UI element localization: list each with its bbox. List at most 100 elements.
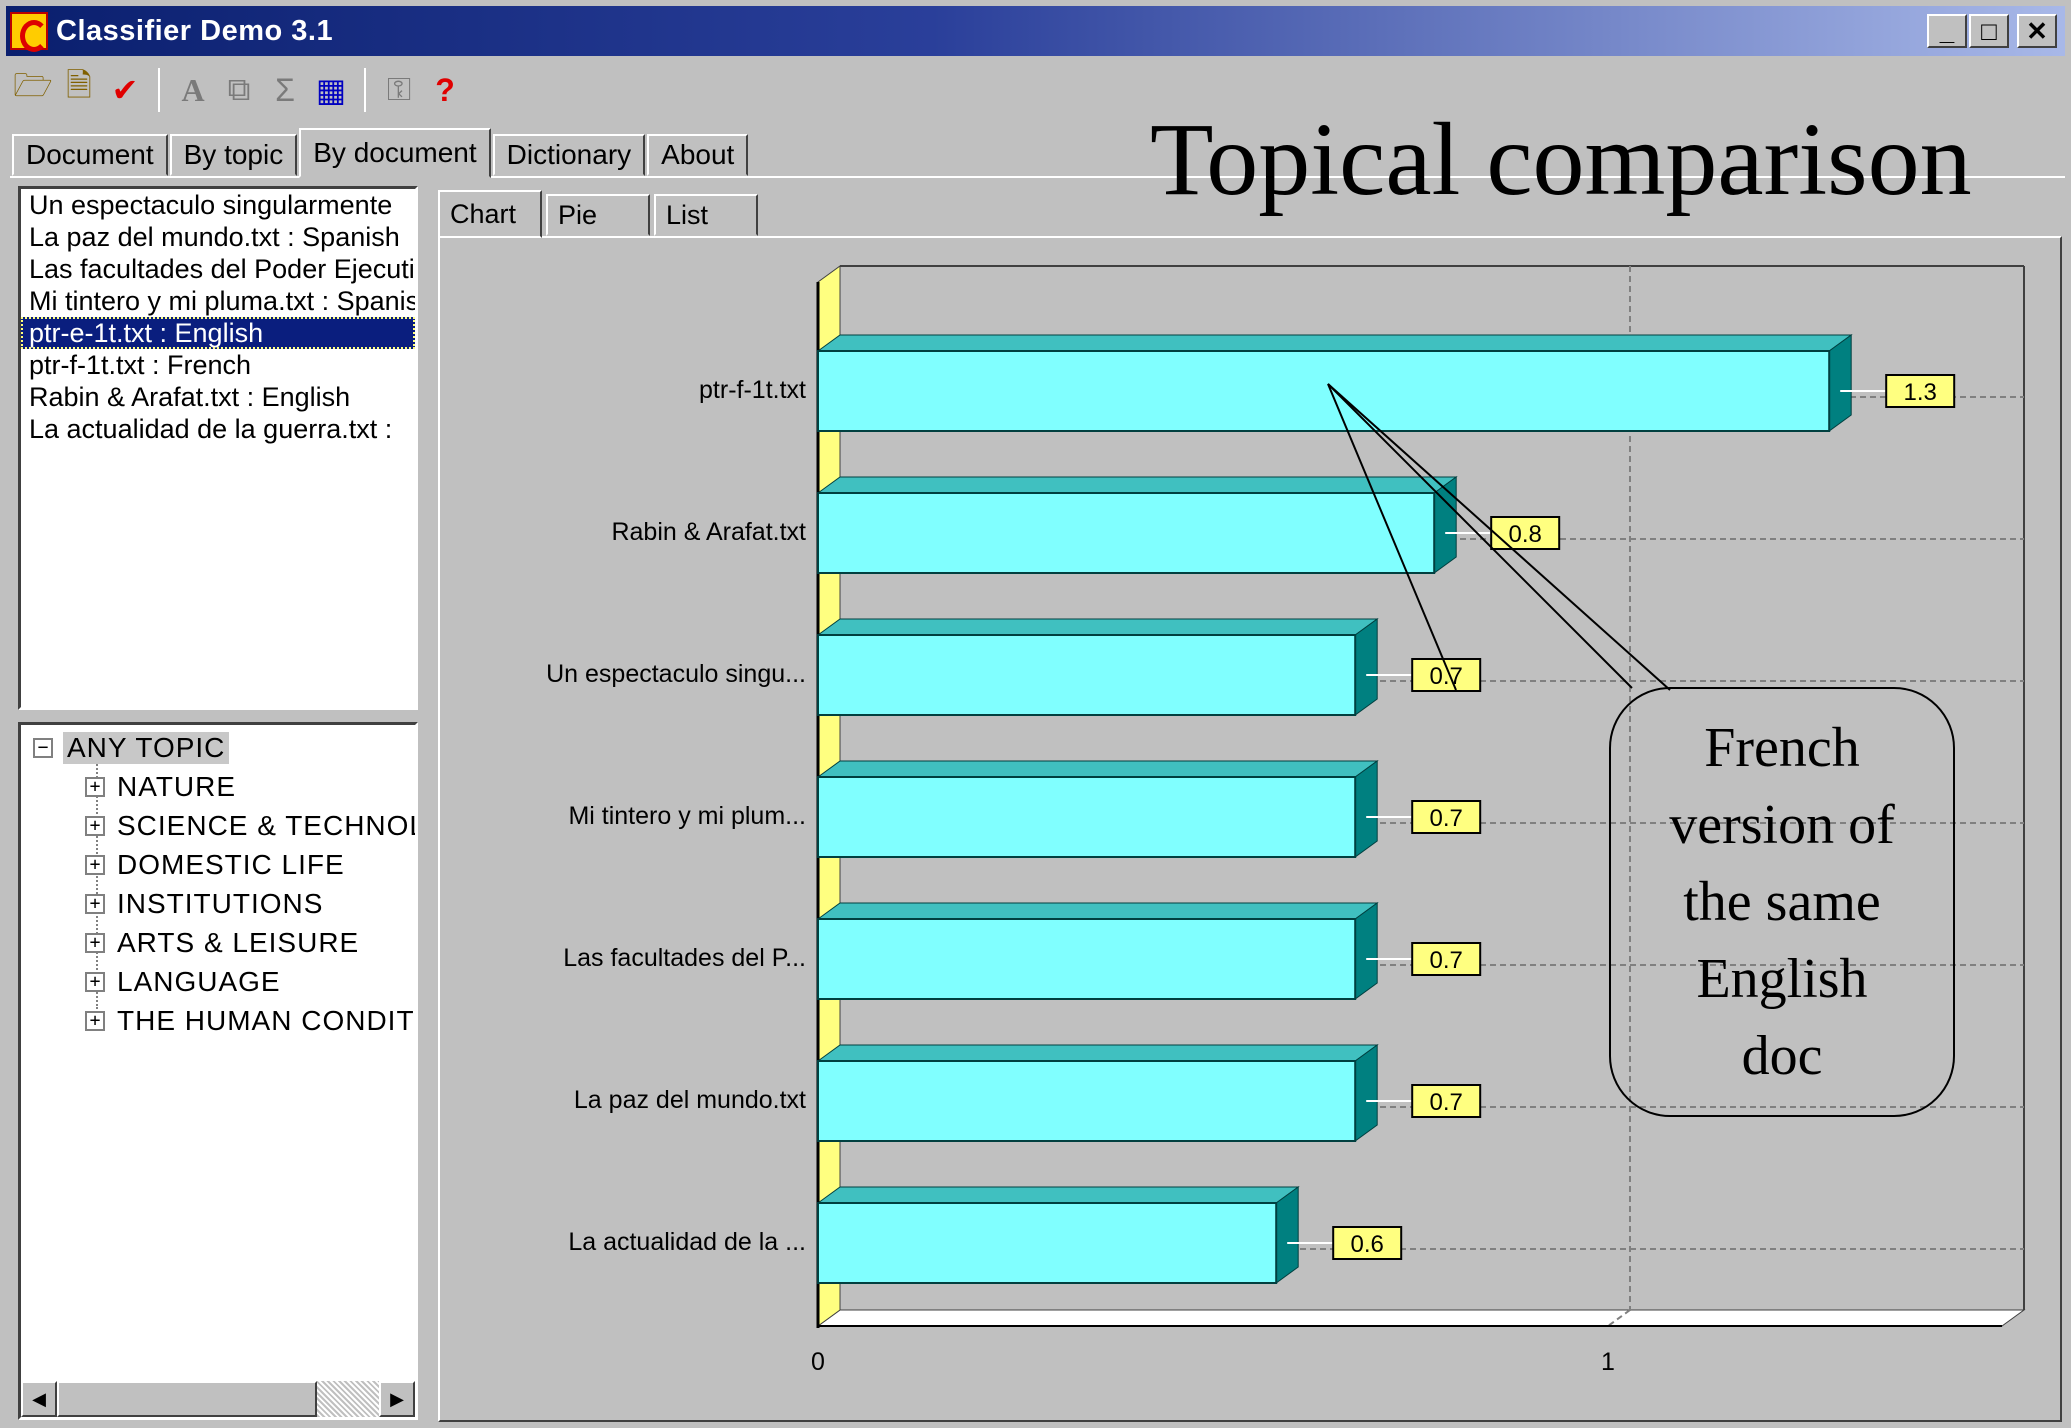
list-item[interactable]: La paz del mundo.txt : Spanish: [21, 221, 415, 253]
callout-text: doc: [1742, 1025, 1823, 1087]
tree-node-root[interactable]: − ANY TOPIC: [33, 729, 230, 767]
category-label: Un espectaculo singu...: [546, 660, 806, 688]
open-folder-icon[interactable]: 🗁: [10, 67, 56, 113]
list-item[interactable]: Rabin & Arafat.txt : English: [21, 381, 415, 413]
scroll-thumb[interactable]: [57, 1381, 317, 1417]
sigma-icon[interactable]: Σ: [262, 67, 308, 113]
tree-node[interactable]: + THE HUMAN CONDITION: [85, 1002, 415, 1040]
expand-icon[interactable]: +: [85, 777, 105, 797]
tab-list[interactable]: List: [654, 194, 758, 236]
bar-side: [1433, 476, 1457, 574]
document-list[interactable]: Un espectaculo singularmente La paz del …: [18, 186, 418, 710]
list-item[interactable]: La actualidad de la guerra.txt :: [21, 413, 415, 445]
collapse-icon[interactable]: −: [33, 738, 53, 758]
bar: [817, 350, 1831, 432]
horizontal-scrollbar[interactable]: ◀ ▶: [21, 1381, 415, 1417]
bar-side: [1354, 760, 1378, 858]
window-title: Classifier Demo 3.1: [56, 14, 334, 47]
tab-document[interactable]: Document: [12, 134, 168, 176]
category-label: Las facultades del P...: [563, 944, 806, 972]
chart-icon[interactable]: ▦: [308, 67, 354, 113]
document-icon[interactable]: 🗎: [56, 67, 102, 113]
callout-text: version of: [1669, 794, 1895, 856]
expand-icon[interactable]: +: [85, 933, 105, 953]
tab-by-topic[interactable]: By topic: [169, 134, 298, 176]
bar: [817, 1060, 1357, 1142]
list-item[interactable]: Mi tintero y mi pluma.txt : Spanish: [21, 285, 415, 317]
scroll-left-icon[interactable]: ◀: [21, 1381, 57, 1417]
toolbar: 🗁 🗎 ✔ A ⧉ Σ ▦ ⚿ ?: [10, 62, 468, 118]
tree-label[interactable]: NATURE: [117, 771, 236, 803]
tree-label[interactable]: INSTITUTIONS: [117, 888, 323, 920]
main-tabs: Document By topic By document Dictionary…: [12, 128, 750, 178]
list-item[interactable]: Un espectaculo singularmente: [21, 189, 415, 221]
expand-icon[interactable]: +: [85, 894, 105, 914]
scroll-right-icon[interactable]: ▶: [379, 1381, 415, 1417]
data-label: 0.8: [1509, 521, 1542, 548]
category-label: Rabin & Arafat.txt: [611, 518, 806, 546]
bar: [817, 1202, 1278, 1284]
font-icon[interactable]: A: [170, 67, 216, 113]
tree-label[interactable]: SCIENCE & TECHNOLOGY: [117, 810, 415, 842]
close-button[interactable]: ✕: [2017, 14, 2057, 48]
tree-label[interactable]: ANY TOPIC: [63, 732, 230, 764]
key-icon[interactable]: ⚿: [376, 67, 422, 113]
data-label: 0.7: [1430, 1089, 1463, 1116]
window-controls: _ □ ✕: [1927, 14, 2057, 48]
bar-side: [1275, 1186, 1299, 1284]
expand-icon[interactable]: +: [85, 1011, 105, 1031]
tree-node[interactable]: + ARTS & LEISURE: [85, 924, 359, 962]
bar: [817, 918, 1357, 1000]
tree-label[interactable]: LANGUAGE: [117, 966, 281, 998]
bar-top: [816, 1186, 1300, 1204]
list-item[interactable]: Las facultades del Poder Ejecutivo: [21, 253, 415, 285]
data-label: 0.6: [1351, 1231, 1384, 1258]
tree-node[interactable]: + DOMESTIC LIFE: [85, 846, 345, 884]
data-label: 1.3: [1904, 379, 1937, 406]
callout-text: French: [1704, 717, 1860, 779]
toolbar-separator: [158, 68, 160, 112]
help-icon[interactable]: ?: [422, 67, 468, 113]
expand-icon[interactable]: +: [85, 972, 105, 992]
tab-about[interactable]: About: [647, 134, 749, 176]
tree-node[interactable]: + LANGUAGE: [85, 963, 281, 1001]
expand-icon[interactable]: +: [85, 855, 105, 875]
callout-text: English: [1696, 948, 1867, 1010]
tree-node[interactable]: + INSTITUTIONS: [85, 885, 323, 923]
category-label: Mi tintero y mi plum...: [568, 802, 806, 830]
expand-icon[interactable]: +: [85, 816, 105, 836]
minimize-button[interactable]: _: [1927, 14, 1967, 48]
scroll-track[interactable]: [57, 1381, 379, 1417]
page-title: Topical comparison: [1150, 102, 1972, 217]
bar-side: [1354, 618, 1378, 716]
bar-side: [1828, 334, 1852, 432]
tree-node[interactable]: + SCIENCE & TECHNOLOGY: [85, 807, 415, 845]
bar-chart: 1.3 ptr-f-1t.txt 0.8 Rabin & Arafat.txt 0.7 U…: [546, 265, 2026, 1376]
tab-chart[interactable]: Chart: [438, 190, 542, 238]
checkmark-icon[interactable]: ✔: [102, 67, 148, 113]
list-item[interactable]: ptr-f-1t.txt : French: [21, 349, 415, 381]
tab-by-document[interactable]: By document: [299, 128, 491, 178]
app-window: Classifier Demo 3.1 _ □ ✕ 🗁 🗎 ✔ A ⧉ Σ ▦ …: [0, 0, 2071, 1428]
x-tick-label: 1: [1601, 1348, 1615, 1376]
tree-label[interactable]: ARTS & LEISURE: [117, 927, 359, 959]
tree-label[interactable]: DOMESTIC LIFE: [117, 849, 345, 881]
category-label: La actualidad de la ...: [568, 1228, 806, 1256]
bar: [817, 776, 1357, 858]
tree-label[interactable]: THE HUMAN CONDITION: [117, 1005, 415, 1037]
bar: [817, 492, 1436, 574]
maximize-button[interactable]: □: [1969, 14, 2009, 48]
bar-top: [816, 476, 1458, 494]
bar: [817, 634, 1357, 716]
bar-top: [816, 902, 1379, 920]
tab-dictionary[interactable]: Dictionary: [492, 134, 646, 176]
list-item-selected[interactable]: ptr-e-1t.txt : English: [21, 317, 415, 349]
copy-icon[interactable]: ⧉: [216, 67, 262, 113]
topic-tree[interactable]: − ANY TOPIC + NATURE + SCIENCE & TECHNOL…: [18, 722, 418, 1420]
app-logo-icon: [10, 12, 48, 52]
toolbar-separator: [364, 68, 366, 112]
tab-pie[interactable]: Pie: [546, 194, 650, 236]
view-tabs: Chart Pie List: [438, 190, 762, 238]
title-bar[interactable]: Classifier Demo 3.1 _ □ ✕: [6, 6, 2065, 56]
tree-node[interactable]: + NATURE: [85, 768, 236, 806]
